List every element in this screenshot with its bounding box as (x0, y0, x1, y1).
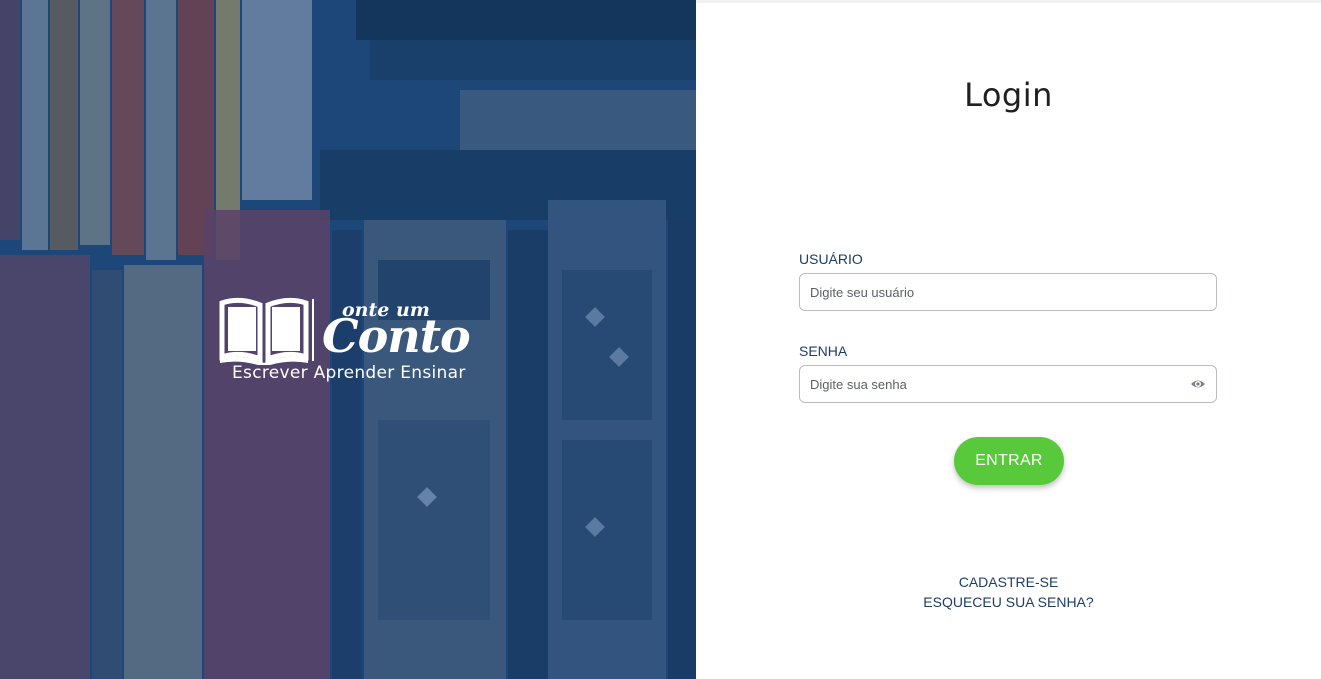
brand-word-main: Conto (322, 309, 471, 363)
open-book-icon (219, 297, 309, 365)
hero-image-panel: onte um Conto Escrever Aprender Ensinar (0, 0, 696, 679)
signup-link[interactable]: CADASTRE-SE (696, 574, 1321, 590)
password-label: SENHA (799, 343, 848, 359)
login-panel: Login USUÁRIO SENHA ENTRAR CADASTRE-SE E… (696, 0, 1321, 679)
username-input[interactable] (800, 274, 1190, 310)
forgot-password-link[interactable]: ESQUECEU SUA SENHA? (696, 594, 1321, 610)
page-title: Login (964, 76, 1053, 114)
password-input[interactable] (800, 366, 1190, 402)
brand-logo: onte um Conto Escrever Aprender Ensinar (218, 295, 488, 385)
brand-divider (312, 299, 314, 361)
username-field[interactable] (799, 273, 1217, 311)
login-page: onte um Conto Escrever Aprender Ensinar … (0, 0, 1321, 679)
top-divider (696, 0, 1321, 3)
eye-icon[interactable] (1190, 377, 1206, 391)
brand-tagline: Escrever Aprender Ensinar (232, 363, 466, 383)
username-label: USUÁRIO (799, 251, 863, 267)
login-button[interactable]: ENTRAR (954, 437, 1064, 485)
password-field[interactable] (799, 365, 1217, 403)
